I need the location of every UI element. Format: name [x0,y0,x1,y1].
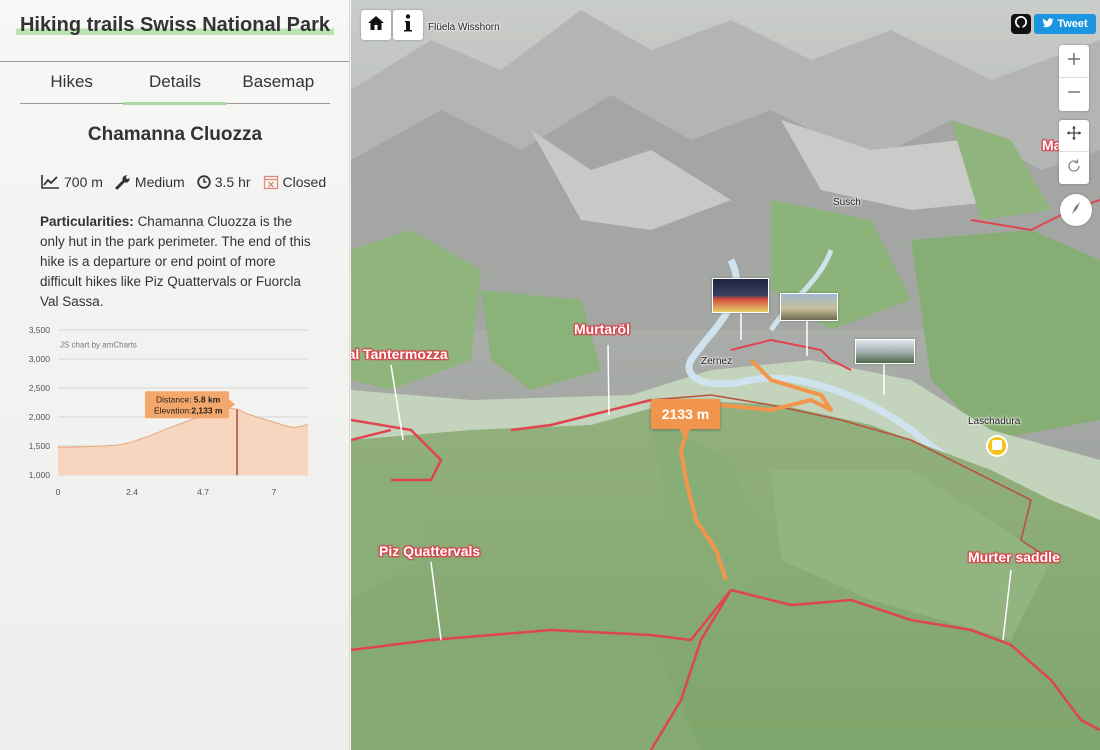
photo-thumbnail[interactable] [855,339,915,364]
stat-elevation: 700 m [40,174,103,190]
rotate-button[interactable] [1059,152,1089,184]
zoom-controls [1059,45,1089,111]
y-tick-label: 1,000 [29,470,51,480]
bus-stop-icon[interactable] [986,435,1008,457]
plus-icon [1067,52,1081,71]
hike-stats: 700 m Medium 3.5 hr Closed [40,174,330,190]
tooltip-elevation: Elevation:2,133 m [154,405,223,415]
info-icon [403,13,413,37]
stat-duration-value: 3.5 hr [214,174,251,190]
title-wrap: Hiking trails Swiss National Park [0,14,349,37]
y-tick-label: 3,500 [29,325,51,335]
tooltip-elevation-value: 2,133 m [191,405,223,415]
stat-duration: 3.5 hr [197,174,251,190]
y-tick-label: 2,000 [29,412,51,422]
app-title: Hiking trails Swiss National Park [15,14,335,37]
pan-button[interactable] [1059,120,1089,152]
stat-status-value: Closed [282,174,327,190]
elevation-profile-chart[interactable]: 1,000 1,500 2,000 2,500 3,000 3,500 0 2.4 4.7 7 JS… [20,320,320,505]
place-label-susch: Susch [833,197,861,208]
wrench-icon [115,174,131,190]
x-tick-label: 7 [272,487,277,497]
tweet-label: Tweet [1057,18,1088,30]
tab-hikes[interactable]: Hikes [20,62,123,103]
twitter-bird-icon [1042,17,1054,31]
tab-details[interactable]: Details [123,62,227,105]
peak-label-piz-quattervals[interactable]: Piz Quattervals [379,543,480,559]
minus-icon [1067,85,1081,104]
y-tick-label: 3,000 [29,354,51,364]
terrain-3d[interactable] [351,0,1100,750]
tooltip-elevation-label: Elevation: [154,405,191,415]
chart-line-icon [40,174,60,190]
compass-button[interactable] [1060,194,1092,226]
tooltip-distance-value: 5.8 km [194,394,221,404]
x-tick-label: 0 [56,487,61,497]
x-tick-label: 4.7 [197,487,209,497]
chart-credit: JS chart by amCharts [60,341,137,350]
map-view[interactable]: Flüela Wisshorn Susch Zernez Laschadura … [351,0,1100,750]
tooltip-distance: Distance: 5.8 km [156,394,221,404]
compass-icon [1067,199,1085,222]
side-panel: Hiking trails Swiss National Park Hikes … [0,0,350,750]
peak-label-murter-saddle[interactable]: Murter saddle [968,549,1060,565]
photo-thumbnail[interactable] [780,293,838,321]
stat-difficulty: Medium [115,174,185,190]
photo-thumbnail[interactable] [712,278,769,313]
zoom-out-button[interactable] [1059,78,1089,111]
clock-icon [197,175,211,189]
rotate-icon [1066,158,1082,179]
home-button[interactable] [361,10,391,40]
elevation-tag: 2133 m [651,399,720,438]
stat-elevation-value: 700 m [64,174,103,190]
nav-mode-controls [1059,120,1089,184]
place-label-laschadura: Laschadura [968,416,1021,427]
particularities-label: Particularities: [40,214,134,229]
tooltip-distance-label: Distance: [156,394,194,404]
place-label-fluela: Flüela Wisshorn [428,22,500,33]
peak-label-val-tantermozza[interactable]: Val Tantermozza [351,346,448,362]
elevation-area [58,408,308,475]
calendar-closed-icon [263,174,279,190]
tweet-button[interactable]: Tweet [1034,14,1096,34]
stat-difficulty-value: Medium [134,174,185,190]
tab-basemap[interactable]: Basemap [227,62,330,103]
peak-label-murtarol[interactable]: Murtaröl [574,321,630,337]
y-tick-label: 2,500 [29,383,51,393]
x-tick-label: 2.4 [126,487,138,497]
home-icon [367,15,385,36]
place-label-zernez: Zernez [701,356,733,367]
stat-status: Closed [263,174,327,190]
pan-arrows-icon [1066,125,1082,146]
github-icon [1014,15,1028,34]
zoom-in-button[interactable] [1059,45,1089,78]
hike-description: Particularities: Chamanna Cluozza is the… [40,212,315,312]
tab-bar: Hikes Details Basemap [20,62,330,105]
hike-name: Chamanna Cluozza [87,124,263,145]
y-tick-label: 1,500 [29,441,51,451]
github-button[interactable] [1011,14,1031,34]
chart-tooltip-pointer [229,399,236,410]
info-button[interactable] [393,10,423,40]
